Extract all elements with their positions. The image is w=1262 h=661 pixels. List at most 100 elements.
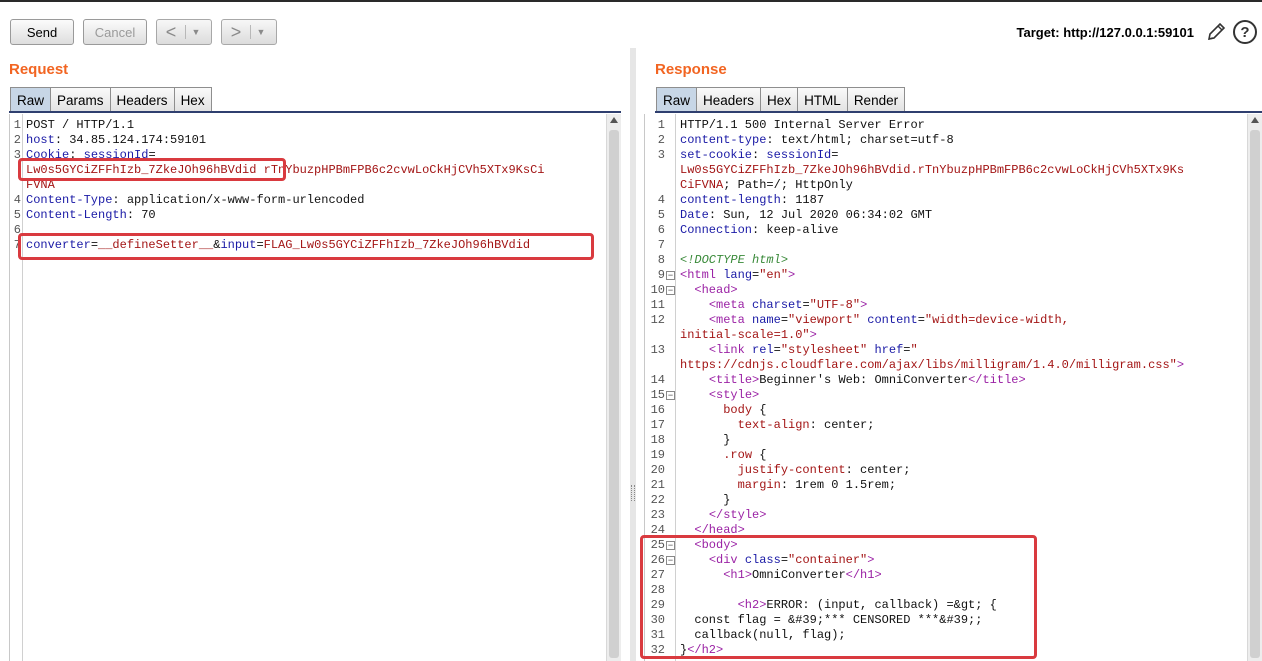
code-token: charset: [752, 298, 803, 312]
code-token: margin: [737, 478, 781, 492]
highlight-box-response-error: [640, 535, 1037, 659]
code-token: =: [802, 298, 810, 312]
request-title: Request: [9, 61, 69, 78]
code-token: >: [809, 328, 817, 342]
code-token: "width=device-width,: [924, 313, 1069, 327]
tab-render[interactable]: Render: [846, 87, 906, 112]
code-token: POST / HTTP/1.1: [26, 118, 135, 132]
line-number: 17: [650, 418, 665, 432]
code-line: justify-content: center;: [680, 463, 911, 478]
code-line: content-length: 1187: [680, 193, 824, 208]
code-token: Connection: [680, 223, 753, 237]
code-token: : 1rem 0 1.5rem;: [780, 478, 897, 492]
request-editor[interactable]: 1 POST / HTTP/1.1 2 host: 34.85.124.174:591…: [9, 114, 606, 661]
tab-raw[interactable]: Raw: [10, 87, 52, 112]
line-number: 2: [657, 133, 665, 147]
code-token: "UTF-8": [809, 298, 861, 312]
request-tabs: Raw Params Headers Hex: [10, 87, 212, 112]
code-line: <link rel="stylesheet" href=": [680, 343, 918, 358]
line-number: 19: [650, 448, 665, 462]
code-token: <html: [680, 268, 724, 282]
dropdown-arrow-icon: ▼: [256, 27, 266, 37]
line-number: 15: [650, 388, 665, 402]
line-number: 12: [650, 313, 665, 327]
tab-hex[interactable]: Hex: [173, 87, 212, 112]
send-button[interactable]: Send: [10, 19, 74, 45]
code-line: .row {: [680, 448, 766, 463]
line-number: 7: [657, 238, 665, 252]
fold-toggle-icon[interactable]: −: [666, 271, 675, 280]
tab-headers[interactable]: Headers: [109, 87, 175, 112]
line-number: 11: [650, 298, 665, 312]
code-token: set-cookie: [680, 148, 753, 162]
help-icon[interactable]: ?: [1233, 20, 1257, 44]
split-pane-divider[interactable]: [630, 48, 636, 661]
code-line: HTTP/1.1 500 Internal Server Error: [680, 118, 925, 133]
code-line: </style>: [680, 508, 767, 523]
scroll-up-icon[interactable]: [1251, 117, 1259, 123]
code-token: <!DOCTYPE html>: [680, 253, 789, 267]
tab-hex[interactable]: Hex: [760, 87, 799, 112]
code-line: POST / HTTP/1.1: [26, 118, 134, 133]
code-line: <head>: [680, 283, 737, 298]
code-line: https://cdnjs.cloudflare.com/ajax/libs/m…: [680, 358, 1184, 373]
code-token: {: [752, 403, 767, 417]
code-token: =: [780, 313, 789, 327]
highlight-box-session-id: [18, 158, 286, 181]
tab-html[interactable]: HTML: [797, 87, 848, 112]
pencil-icon[interactable]: [1205, 20, 1227, 44]
code-line: CiFVNA; Path=/; HttpOnly: [680, 178, 853, 193]
line-number: 9: [657, 268, 665, 282]
line-number: 5: [657, 208, 665, 222]
request-scrollbar[interactable]: [606, 114, 621, 661]
forward-button[interactable]: > ▼: [221, 19, 277, 45]
code-line: Connection: keep-alive: [680, 223, 838, 238]
code-token: <meta: [708, 313, 753, 327]
code-token: }: [680, 433, 731, 447]
scroll-up-icon[interactable]: [610, 117, 618, 123]
code-token: ; Path=/; HttpOnly: [723, 178, 853, 192]
code-line: content-type: text/html; charset=utf-8: [680, 133, 954, 148]
scrollbar-thumb[interactable]: [609, 130, 619, 658]
fold-toggle-icon[interactable]: −: [666, 286, 675, 295]
code-token: Beginner's Web: OmniConverter: [759, 373, 969, 387]
code-token: "stylesheet": [780, 343, 868, 357]
code-token: "en": [759, 268, 789, 282]
code-token: Content-Length: [26, 208, 127, 222]
code-token: lang: [723, 268, 753, 282]
code-line: Content-Length: 70: [26, 208, 156, 223]
response-scrollbar[interactable]: [1247, 114, 1262, 661]
scrollbar-thumb[interactable]: [1250, 130, 1260, 658]
cancel-button[interactable]: Cancel: [83, 19, 147, 45]
tab-raw[interactable]: Raw: [656, 87, 698, 112]
code-token: <style>: [708, 388, 760, 402]
line-number: 23: [650, 508, 665, 522]
code-token: host: [26, 133, 55, 147]
tab-params[interactable]: Params: [50, 87, 111, 112]
tab-headers[interactable]: Headers: [696, 87, 762, 112]
code-token: : 1187: [780, 193, 825, 207]
code-token: =: [917, 313, 925, 327]
code-token: "viewport": [788, 313, 861, 327]
code-token: </title>: [968, 373, 1026, 387]
code-token: https://cdnjs.cloudflare.com/ajax/libs/m…: [680, 358, 1177, 372]
line-number: 14: [650, 373, 665, 387]
fold-toggle-icon[interactable]: −: [666, 391, 675, 400]
line-number: 13: [650, 343, 665, 357]
back-button[interactable]: < ▼: [156, 19, 212, 45]
line-number: 8: [657, 253, 665, 267]
code-token: }: [680, 493, 731, 507]
code-line: }: [680, 433, 730, 448]
code-token: : center;: [845, 463, 911, 477]
code-token: : center;: [809, 418, 875, 432]
divider-grip[interactable]: [631, 485, 635, 501]
code-token: : 70: [126, 208, 156, 222]
code-token: :: [752, 148, 767, 162]
line-number: 4: [13, 193, 21, 207]
